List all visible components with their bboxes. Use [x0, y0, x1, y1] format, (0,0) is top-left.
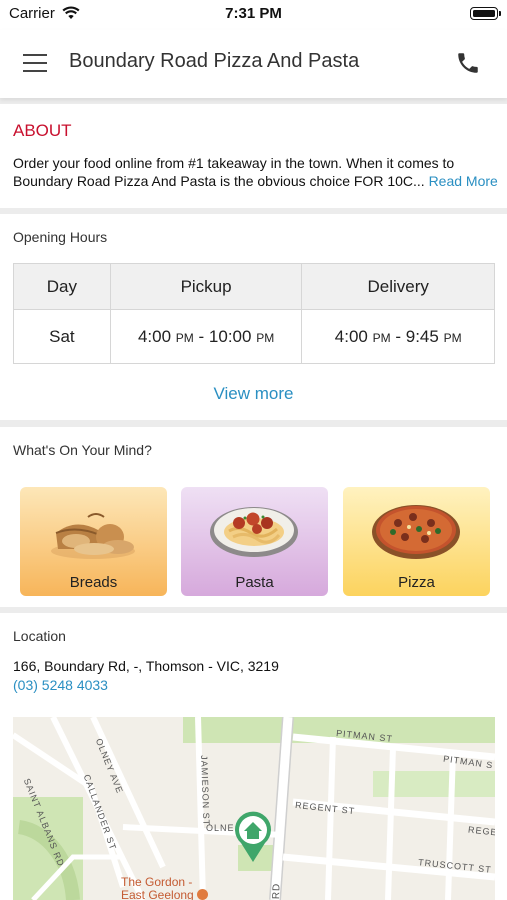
day-cell: Sat [13, 309, 111, 364]
header-bar: Boundary Road Pizza And Pasta [0, 30, 507, 98]
page-title: Boundary Road Pizza And Pasta [69, 50, 360, 72]
status-bar: Carrier 7:31 PM [0, 0, 507, 30]
map-view[interactable]: PITMAN ST PITMAN S SAINT ALBANS RD OLNEY… [13, 717, 495, 900]
pickup-hours-cell: 4:00 PM - 10:00 PM [109, 309, 303, 364]
hours-table: Day Pickup Delivery Sat 4:00 PM - 10:00 … [13, 263, 495, 364]
phone-icon[interactable] [455, 50, 481, 76]
address-text: 166, Boundary Rd, -, Thomson - VIC, 3219 [13, 658, 279, 674]
clock: 7:31 PM [225, 5, 282, 22]
category-tile-pasta[interactable]: Pasta [181, 487, 328, 596]
map-place-label: The Gordon - East Geelong [121, 876, 209, 900]
street-label: RD [271, 882, 283, 900]
street-label: OLNE [206, 823, 235, 833]
about-line-2: Boundary Road Pizza And Pasta is the obv… [13, 172, 498, 190]
pickup-end: 10:00 [208, 326, 252, 346]
delivery-hours-cell: 4:00 PM - 9:45 PM [301, 309, 495, 364]
school-icon [197, 889, 209, 900]
location-label: Location [13, 628, 66, 644]
pickup-end-ampm: PM [256, 330, 275, 345]
category-tile-breads[interactable]: Breads [20, 487, 167, 596]
about-text: Order your food online from #1 takeaway … [13, 154, 498, 190]
location-section: Location 166, Boundary Rd, -, Thomson - … [0, 613, 507, 900]
category-tile-pizza[interactable]: Pizza [343, 487, 490, 596]
about-section: ABOUT Order your food online from #1 tak… [0, 104, 507, 208]
delivery-start: 4:00 [334, 326, 368, 346]
opening-hours-section: Opening Hours Day Pickup Delivery Sat 4:… [0, 214, 507, 420]
pickup-separator: - [193, 326, 209, 346]
menu-icon[interactable] [23, 54, 47, 72]
category-label-pasta: Pasta [235, 574, 274, 591]
about-title: ABOUT [13, 121, 72, 140]
category-label-breads: Breads [69, 574, 118, 591]
read-more-link[interactable]: Read More [429, 173, 498, 189]
delivery-separator: - [390, 326, 406, 346]
pickup-start: 4:00 [137, 326, 172, 346]
category-label-pizza: Pizza [398, 574, 435, 591]
place-line-2-text: East Geelong [121, 888, 194, 900]
battery-icon [470, 7, 501, 20]
delivery-end-ampm: PM [443, 330, 462, 345]
table-header-row: Day Pickup Delivery [13, 263, 495, 310]
view-more-link[interactable]: View more [0, 384, 507, 404]
pickup-start-ampm: PM [175, 330, 194, 345]
table-row: Sat 4:00 PM - 10:00 PM 4:00 PM - 9:45 PM [13, 309, 495, 364]
categories-section: What's On Your Mind? Breads Pasta Pizza [0, 427, 507, 607]
map-streets [13, 717, 495, 900]
opening-hours-label: Opening Hours [13, 229, 108, 245]
column-header-pickup: Pickup [109, 263, 303, 310]
column-header-day: Day [13, 263, 111, 310]
about-line-2-text: Boundary Road Pizza And Pasta is the obv… [13, 173, 425, 189]
place-line-2: East Geelong [121, 888, 209, 900]
column-header-delivery: Delivery [301, 263, 495, 310]
delivery-end: 9:45 [405, 326, 439, 346]
delivery-start-ampm: PM [372, 330, 391, 345]
phone-link[interactable]: (03) 5248 4033 [13, 677, 108, 693]
categories-label: What's On Your Mind? [13, 442, 152, 458]
about-line-1: Order your food online from #1 takeaway … [13, 155, 455, 171]
home-pin-icon[interactable] [233, 811, 273, 863]
